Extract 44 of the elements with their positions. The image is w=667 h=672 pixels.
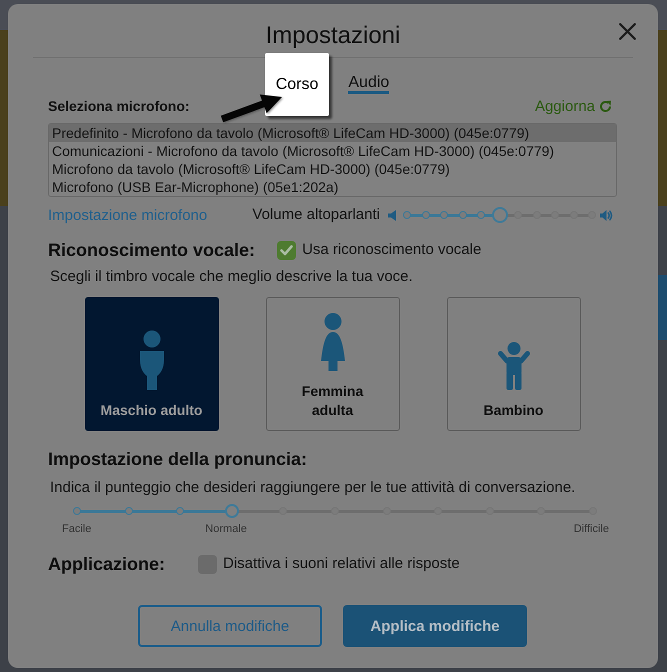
- voice-option-card[interactable]: Bambino: [446, 297, 580, 431]
- speaker-icon: [388, 210, 396, 220]
- section-heading: Impostazione della pronuncia:: [48, 448, 308, 470]
- step-dot-icon: [422, 211, 430, 219]
- step-dot-icon: [403, 211, 411, 219]
- woman-icon: [320, 313, 344, 371]
- step-dot-icon: [73, 507, 81, 515]
- instruction-text: Scegli il timbro vocale che meglio descrive la tua voce.: [49, 267, 414, 287]
- microphone-list[interactable]: [48, 123, 617, 197]
- slider-thumb[interactable]: [492, 207, 508, 223]
- section-heading: Applicazione:: [48, 553, 166, 575]
- voice-option-card[interactable]: Femmina adulta: [266, 297, 400, 431]
- checkbox[interactable]: [277, 240, 296, 260]
- close-button[interactable]: [619, 23, 636, 40]
- volume-label: Volume altoparlanti: [252, 206, 380, 224]
- instruction-text: Indica il punteggio che desideri raggiungere per le tue attività di conversazione.: [49, 478, 576, 498]
- speaker-loud-icon: [600, 208, 613, 222]
- step-dot-icon: [124, 507, 133, 515]
- microphone-option[interactable]: Microfono da tavolo (Microsoft® LifeCam HD-3000) (045e:0779): [49, 160, 616, 178]
- scale-label: Facile: [62, 522, 92, 536]
- dialog-title: Impostazioni: [266, 21, 400, 50]
- close-icon: [619, 23, 636, 40]
- tab[interactable]: Corso: [264, 53, 330, 116]
- step-dot-icon: [458, 211, 466, 219]
- man-icon: [140, 330, 164, 390]
- voice-option-card[interactable]: Maschio adulto: [84, 297, 218, 431]
- microphone-option[interactable]: Comunicazioni - Microfono da tavolo (Microsoft® LifeCam HD-3000) (045e:0779): [49, 142, 616, 160]
- microphone-option[interactable]: Predefinito - Microfono da tavolo (Microsoft® LifeCam HD-3000) (045e:0779): [49, 124, 616, 142]
- step-dot-icon: [176, 507, 184, 515]
- child-icon: [496, 342, 530, 390]
- apply-button[interactable]: Applica modifiche: [343, 605, 527, 647]
- section-heading: Riconoscimento vocale:: [48, 239, 256, 261]
- checkbox-label[interactable]: Usa riconoscimento vocale: [302, 241, 482, 259]
- scale-label: Normale: [205, 522, 247, 536]
- microphone-option[interactable]: Microfono (USB Ear-Microphone) (05e1:202a): [49, 178, 616, 196]
- step-dot-icon: [477, 211, 485, 219]
- pointer-arrow: [218, 92, 284, 125]
- tab[interactable]: Audio: [348, 75, 390, 94]
- refresh-icon: [599, 100, 612, 112]
- scale-label: Difficile: [574, 522, 609, 536]
- checkbox-label[interactable]: Disattiva i suoni relativi alle risposte: [223, 555, 460, 573]
- microphone-label: Seleziona microfono:: [48, 98, 190, 114]
- slider-thumb[interactable]: [224, 504, 239, 518]
- step-dot-icon: [440, 211, 448, 219]
